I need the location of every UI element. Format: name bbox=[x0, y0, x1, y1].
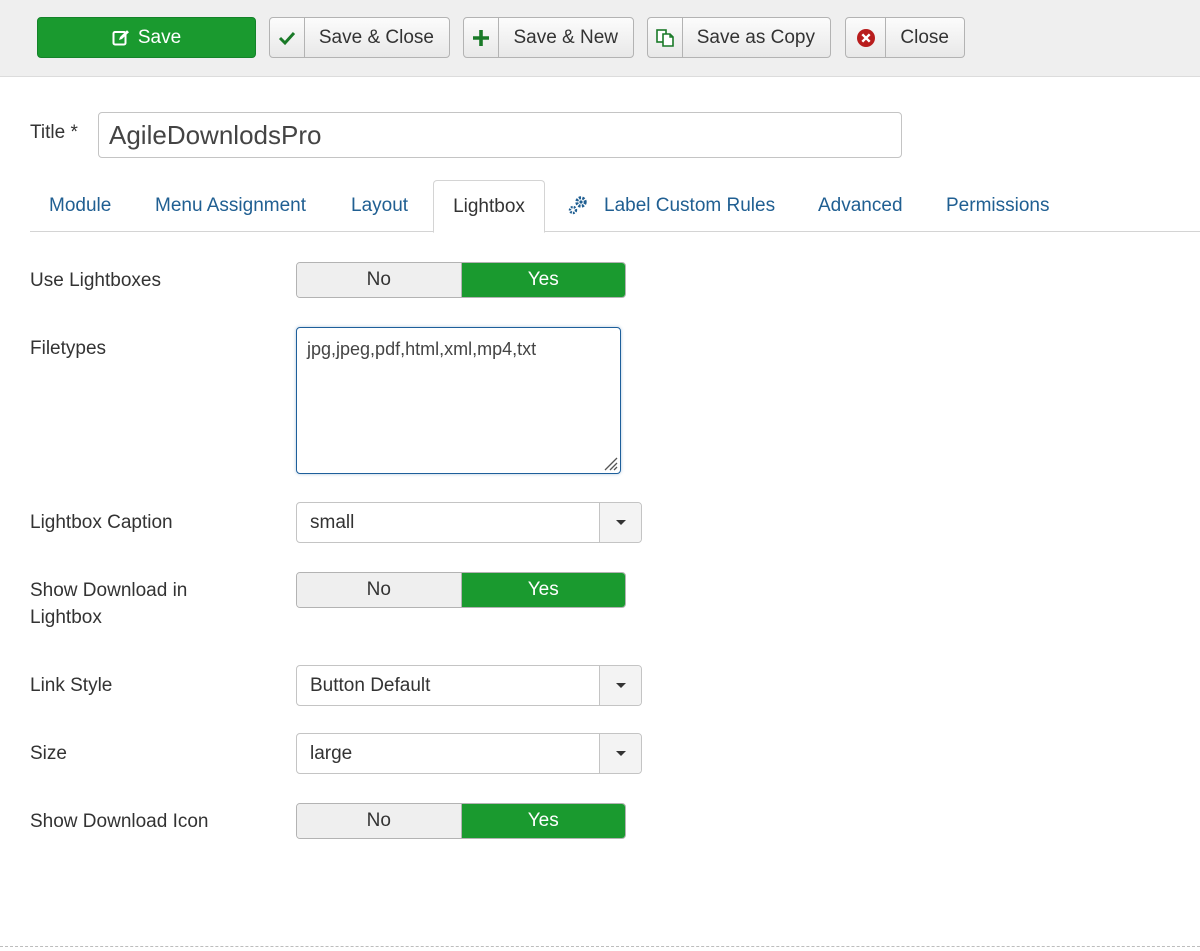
title-label: Title * bbox=[30, 122, 78, 143]
link-style-select[interactable]: Button Default bbox=[296, 665, 642, 706]
tab-label-custom-rules-label: Label Custom Rules bbox=[604, 195, 776, 216]
show-download-label: Show Download in Lightbox bbox=[30, 577, 187, 631]
plus-icon bbox=[464, 18, 500, 57]
lightbox-caption-select[interactable]: small bbox=[296, 502, 642, 543]
title-input[interactable]: AgileDownlodsPro bbox=[98, 112, 902, 158]
show-download-icon-no[interactable]: No bbox=[297, 804, 462, 838]
use-lightboxes-no[interactable]: No bbox=[297, 263, 462, 297]
use-lightboxes-label: Use Lightboxes bbox=[30, 270, 161, 291]
copy-icon bbox=[648, 18, 683, 57]
link-style-value: Button Default bbox=[310, 674, 431, 696]
tab-permissions[interactable]: Permissions bbox=[946, 180, 1049, 232]
show-download-no[interactable]: No bbox=[297, 573, 462, 607]
tab-module[interactable]: Module bbox=[49, 180, 111, 232]
size-label: Size bbox=[30, 743, 67, 764]
lightbox-caption-value: small bbox=[310, 511, 355, 533]
lightbox-caption-label: Lightbox Caption bbox=[30, 512, 173, 533]
filetypes-value: jpg,jpeg,pdf,html,xml,mp4,txt bbox=[307, 339, 537, 359]
cogs-icon bbox=[567, 196, 589, 216]
chevron-down-icon bbox=[599, 503, 641, 542]
show-download-label-line2: Lightbox bbox=[30, 607, 102, 628]
save-close-label: Save & Close bbox=[318, 26, 434, 48]
tab-layout[interactable]: Layout bbox=[351, 180, 408, 232]
chevron-down-icon bbox=[599, 734, 641, 773]
show-download-icon-label: Show Download Icon bbox=[30, 811, 209, 832]
show-download-yes[interactable]: Yes bbox=[461, 573, 625, 607]
filetypes-textarea[interactable]: jpg,jpeg,pdf,html,xml,mp4,txt bbox=[296, 327, 621, 474]
show-download-icon-yes[interactable]: Yes bbox=[461, 804, 625, 838]
size-select[interactable]: large bbox=[296, 733, 642, 774]
use-lightboxes-yes[interactable]: Yes bbox=[461, 263, 625, 297]
divider bbox=[0, 946, 1200, 947]
save-label: Save bbox=[137, 26, 182, 48]
save-button[interactable]: Save bbox=[37, 17, 256, 58]
save-close-button[interactable]: Save & Close bbox=[269, 17, 450, 58]
save-copy-button[interactable]: Save as Copy bbox=[647, 17, 831, 58]
tab-bar: Module Menu Assignment Layout Lightbox L… bbox=[30, 180, 1200, 233]
show-download-icon-toggle: No Yes bbox=[296, 803, 626, 839]
tab-label-custom-rules[interactable]: Label Custom Rules bbox=[567, 180, 775, 232]
check-icon bbox=[270, 18, 305, 57]
use-lightboxes-toggle: No Yes bbox=[296, 262, 626, 298]
show-download-toggle: No Yes bbox=[296, 572, 626, 608]
edit-icon bbox=[112, 18, 130, 57]
filetypes-label: Filetypes bbox=[30, 338, 107, 359]
close-label: Close bbox=[900, 26, 949, 48]
save-new-label: Save & New bbox=[513, 26, 618, 48]
resize-handle-icon[interactable] bbox=[600, 453, 618, 471]
close-button[interactable]: Close bbox=[845, 17, 965, 58]
tab-advanced[interactable]: Advanced bbox=[818, 180, 903, 232]
close-icon bbox=[846, 18, 887, 57]
size-value: large bbox=[310, 742, 353, 764]
chevron-down-icon bbox=[599, 666, 641, 705]
show-download-label-line1: Show Download in bbox=[30, 580, 188, 601]
link-style-label: Link Style bbox=[30, 675, 113, 696]
toolbar: Save Save & Close Save & New Save as Cop… bbox=[0, 0, 1200, 77]
tab-lightbox[interactable]: Lightbox bbox=[433, 180, 545, 233]
save-copy-label: Save as Copy bbox=[696, 26, 815, 48]
save-new-button[interactable]: Save & New bbox=[463, 17, 634, 58]
tab-menu-assignment[interactable]: Menu Assignment bbox=[155, 180, 306, 232]
